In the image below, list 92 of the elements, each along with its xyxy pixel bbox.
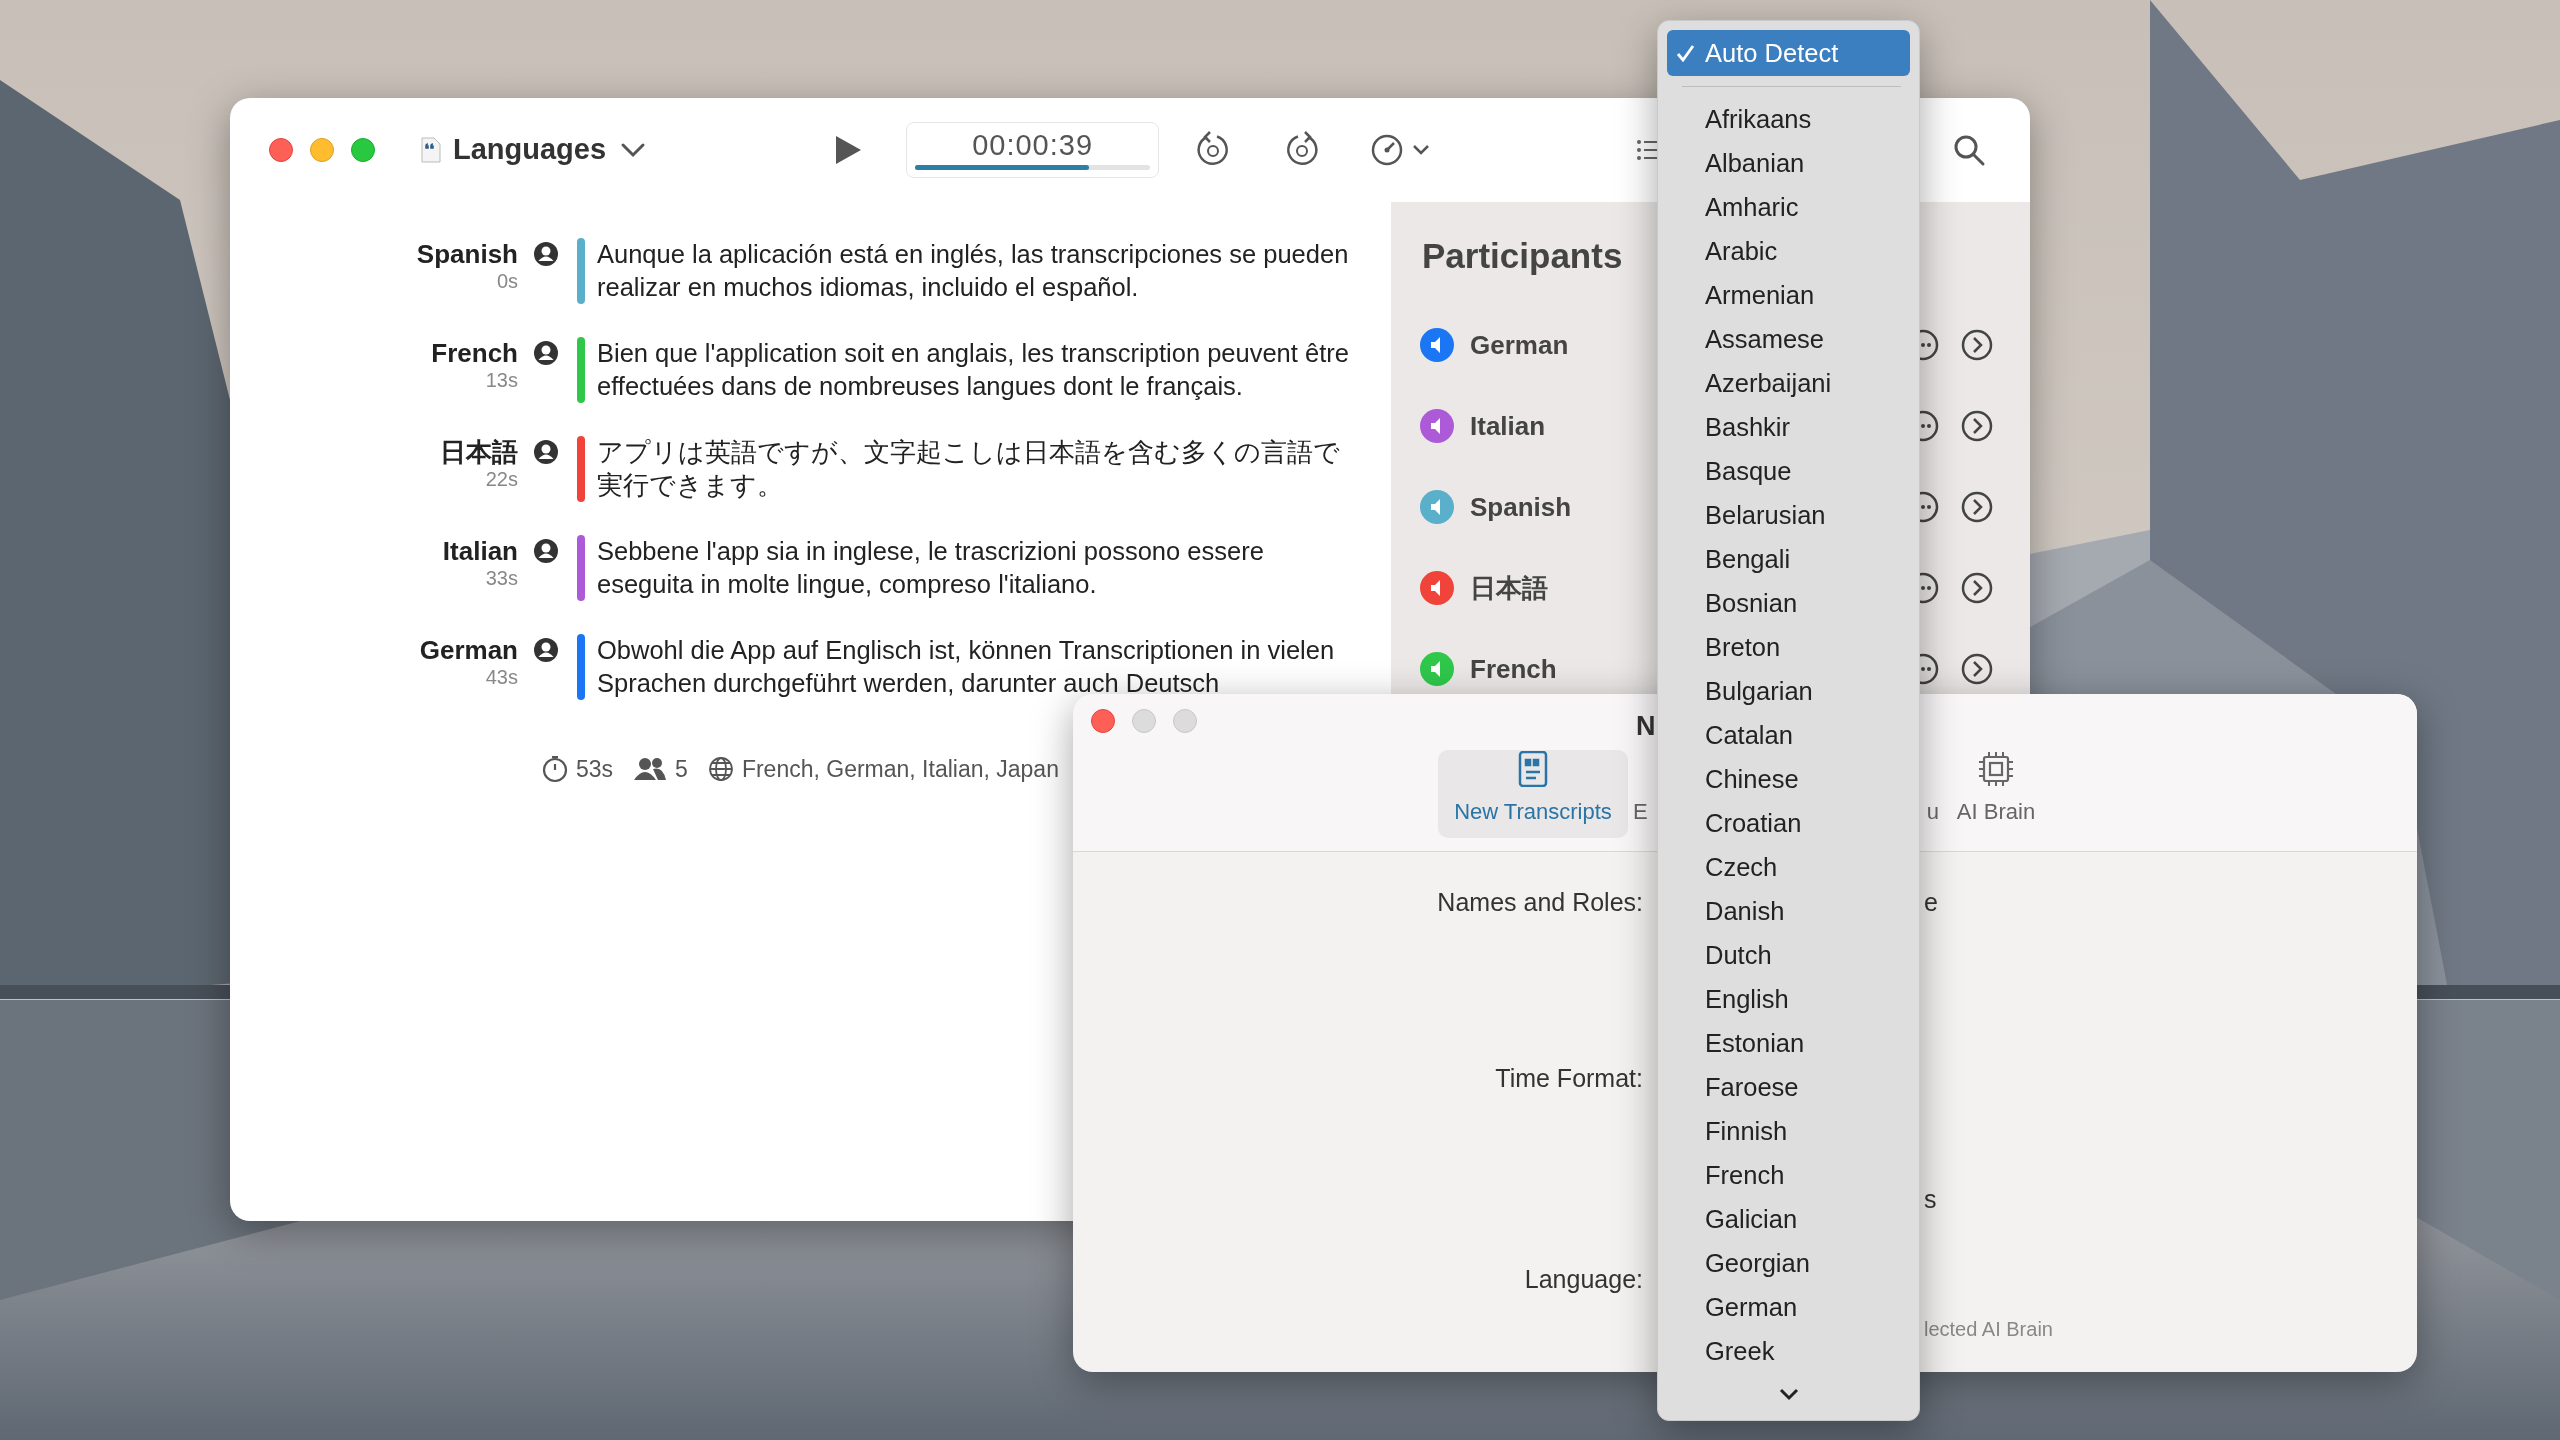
menu-item[interactable]: Georgian — [1667, 1241, 1910, 1285]
transcript-text: Sebbene l'app sia in inglese, le trascrizioni possono essere eseguita in molte lingue, compreso l'italiano. — [597, 536, 1265, 600]
participant-name: French — [1470, 652, 1557, 686]
transcript-text: アプリは英語ですが、文字起こしは日本語を含む多くの言語で実行できます。 — [597, 437, 1341, 501]
field-value: e — [1924, 887, 1938, 919]
languages-text: French, German, Italian, Japan — [741, 755, 1059, 784]
zoom-button[interactable] — [351, 138, 375, 162]
menu-item[interactable]: Belarusian — [1667, 493, 1910, 537]
hint-text: lected AI Brain — [1924, 1317, 2053, 1342]
participant-count: 5 — [675, 755, 688, 784]
menu-item[interactable]: Bulgarian — [1667, 669, 1910, 713]
field-label: Language: — [1523, 1264, 1643, 1296]
menu-item[interactable]: French — [1667, 1153, 1910, 1197]
document-icon — [421, 137, 441, 163]
people-icon — [633, 757, 668, 782]
person-icon — [533, 637, 559, 663]
menu-item[interactable]: Azerbaijani — [1667, 361, 1910, 405]
transcript-text: Aunque la aplicación está en inglés, las transcripciones se pueden realizar en muchos idiomas, incluido el español. — [597, 239, 1350, 303]
menu-item[interactable]: Auto Detect — [1667, 30, 1910, 76]
menu-item[interactable]: Breton — [1667, 625, 1910, 669]
chip-icon — [1978, 751, 2014, 787]
chevron-right-icon[interactable] — [1960, 409, 1994, 443]
person-icon — [533, 340, 559, 366]
menu-item[interactable]: Bengali — [1667, 537, 1910, 581]
window-title: N — [1636, 710, 1656, 743]
menu-item[interactable]: English — [1667, 977, 1910, 1021]
duration-text: 53s — [576, 755, 614, 784]
close-button[interactable] — [269, 138, 293, 162]
speaker-name: Spanish — [415, 238, 518, 270]
person-icon — [533, 538, 559, 564]
participant-name: 日本語 — [1470, 571, 1548, 605]
timestamp: 13s — [484, 369, 518, 391]
menu-item[interactable]: Finnish — [1667, 1109, 1910, 1153]
participant-name: German — [1470, 328, 1569, 362]
close-button[interactable] — [1091, 709, 1115, 733]
chevron-down-icon[interactable] — [1777, 1387, 1800, 1401]
menu-item[interactable]: Assamese — [1667, 317, 1910, 361]
timestamp: 33s — [484, 567, 518, 589]
panel-title: Participants — [1422, 235, 1623, 277]
toolbar-tab[interactable]: AI Brain — [1943, 750, 2049, 838]
chevron-down-icon[interactable] — [1412, 144, 1431, 156]
field-label: Time Format: — [1494, 1063, 1643, 1095]
person-icon — [533, 241, 559, 267]
speed-gauge-icon[interactable] — [1370, 133, 1405, 167]
progress-track[interactable] — [915, 165, 1151, 171]
search-icon[interactable] — [1952, 133, 1987, 167]
timestamp: 43s — [484, 666, 518, 688]
globe-icon — [707, 756, 734, 783]
checkmark-icon — [1676, 44, 1696, 62]
speaker-name: 日本語 — [439, 436, 518, 468]
menu-item[interactable]: Chinese — [1667, 757, 1910, 801]
timestamp: 0s — [495, 270, 518, 292]
menu-item[interactable]: Bosnian — [1667, 581, 1910, 625]
transcript-text: Bien que l'application soit en anglais, les transcription peuvent être effectuées dans de nombreuses langues dont le français. — [597, 338, 1350, 402]
document-icon — [1518, 751, 1548, 787]
person-icon — [533, 439, 559, 465]
participant-name: Spanish — [1470, 490, 1572, 524]
toolbar-tab[interactable]: New Transcripts — [1438, 750, 1628, 838]
chevron-down-icon[interactable] — [620, 141, 647, 159]
menu-item[interactable]: Albanian — [1667, 141, 1910, 185]
chevron-right-icon[interactable] — [1960, 652, 1994, 686]
menu-item[interactable]: Bashkir — [1667, 405, 1910, 449]
menu-item[interactable]: Galician — [1667, 1197, 1910, 1241]
menu-item[interactable]: Estonian — [1667, 1021, 1910, 1065]
timer-text: 00:00:39 — [972, 129, 1094, 162]
chevron-right-icon[interactable] — [1960, 328, 1994, 362]
field-label: Names and Roles: — [1436, 887, 1643, 919]
timer-icon — [542, 755, 568, 784]
list-icon[interactable] — [1636, 138, 1659, 162]
menu-item[interactable]: Amharic — [1667, 185, 1910, 229]
menu-item[interactable]: Basque — [1667, 449, 1910, 493]
speaker-name: French — [430, 337, 518, 369]
menu-item[interactable]: Dutch — [1667, 933, 1910, 977]
menu-item[interactable]: Danish — [1667, 889, 1910, 933]
transcript-text: Obwohl die App auf Englisch ist, können Transcriptionen in vielen Sprachen durchgeführt werden, darunter auch Deutsch — [597, 635, 1336, 699]
speaker-name: German — [418, 634, 518, 666]
field-value: s — [1924, 1184, 1937, 1216]
menu-item[interactable]: Armenian — [1667, 273, 1910, 317]
timestamp: 22s — [484, 468, 518, 490]
menu-item[interactable]: Catalan — [1667, 713, 1910, 757]
menu-item[interactable]: Czech — [1667, 845, 1910, 889]
chevron-right-icon[interactable] — [1960, 490, 1994, 524]
participant-name: Italian — [1470, 409, 1546, 443]
menu-item[interactable]: Croatian — [1667, 801, 1910, 845]
document-title: Languages — [453, 132, 607, 168]
menu-item[interactable]: Faroese — [1667, 1065, 1910, 1109]
menu-item[interactable]: Afrikaans — [1667, 97, 1910, 141]
menu-item[interactable]: Arabic — [1667, 229, 1910, 273]
menu-item[interactable]: Greek — [1667, 1329, 1910, 1373]
menu-item[interactable]: German — [1667, 1285, 1910, 1329]
speaker-name: Italian — [441, 535, 518, 567]
chevron-right-icon[interactable] — [1960, 571, 1994, 605]
